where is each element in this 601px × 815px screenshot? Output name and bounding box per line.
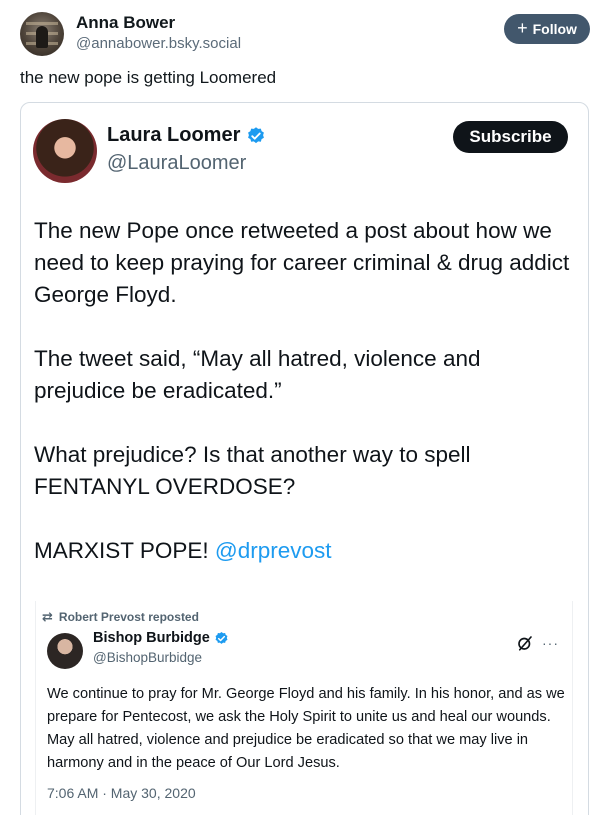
reposted-tweet: ⇄ Robert Prevost reposted Bishop Burbidg… — [35, 601, 573, 815]
plus-icon: + — [517, 18, 528, 38]
more-icon: ··· — [542, 635, 559, 651]
embed-author-handle: @LauraLoomer — [107, 152, 247, 174]
follow-button-label: Follow — [532, 21, 577, 37]
retweet-icon: ⇄ — [42, 609, 53, 624]
embed-author-name: Laura Loomer — [107, 124, 266, 147]
reposted-by-label: Robert Prevost reposted — [58, 610, 199, 624]
repost-author-name: Bishop Burbidge — [93, 630, 229, 646]
verified-badge-icon — [248, 126, 265, 143]
repost-indicator: ⇄ Robert Prevost reposted — [42, 609, 199, 625]
tweet-paragraph: The new Pope once retweeted a post about… — [34, 218, 570, 307]
repost-timestamp: 7:06 AM · May 30, 2020 — [47, 785, 196, 801]
author-handle[interactable]: @annabower.bsky.social — [76, 35, 241, 52]
post-header: Anna Bower @annabower.bsky.social + Foll… — [20, 12, 590, 58]
repost-author-name-text: Bishop Burbidge — [93, 630, 210, 646]
avatar[interactable] — [20, 12, 64, 56]
mention-link: @drprevost — [214, 538, 332, 563]
repost-author-handle: @BishopBurbidge — [93, 650, 203, 665]
tweet-body: The new Pope once retweeted a post about… — [34, 215, 574, 599]
author-name[interactable]: Anna Bower — [76, 13, 175, 33]
avatar — [47, 633, 83, 669]
tweet-paragraph-text: MARXIST POPE! — [34, 538, 215, 563]
post-text: the new pope is getting Loomered — [20, 68, 277, 87]
verified-badge-icon — [215, 631, 228, 644]
tweet-paragraph: The tweet said, “May all hatred, violenc… — [34, 346, 481, 403]
tweet-paragraph-last: MARXIST POPE! @drprevost — [34, 535, 574, 567]
follow-button[interactable]: + Follow — [504, 14, 590, 44]
tweet-paragraph: What prejudice? Is that another way to s… — [34, 442, 471, 499]
grok-icon — [518, 636, 532, 651]
repost-text: We continue to pray for Mr. George Floyd… — [47, 686, 565, 771]
avatar — [33, 119, 97, 183]
embed-author-name-text: Laura Loomer — [107, 124, 241, 146]
embedded-image[interactable]: Laura Loomer @LauraLoomer Subscribe The … — [20, 102, 589, 815]
subscribe-button: Subscribe — [453, 121, 568, 153]
